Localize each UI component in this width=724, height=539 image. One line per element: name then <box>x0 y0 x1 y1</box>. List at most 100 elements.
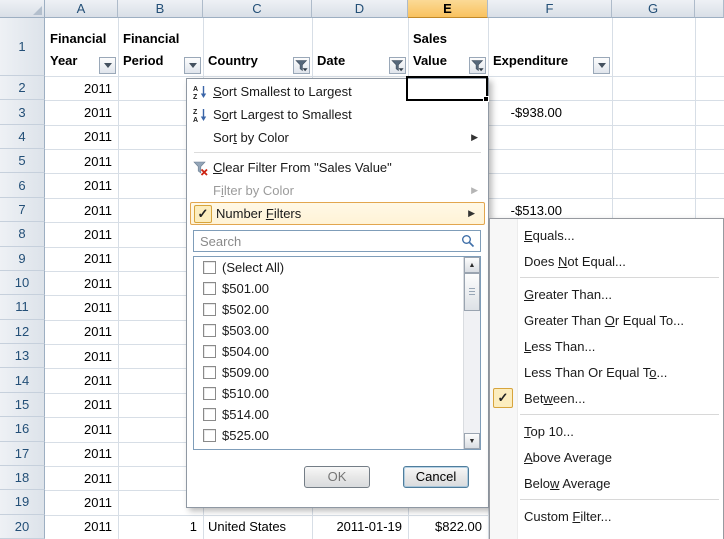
grid-cell[interactable]: 2011 <box>49 299 112 316</box>
checkbox[interactable] <box>203 303 216 316</box>
filter-button-A[interactable] <box>99 57 116 74</box>
checkbox[interactable] <box>203 408 216 421</box>
grid-cell[interactable]: 2011 <box>49 80 112 97</box>
grid-cell[interactable]: 2011-01-19 <box>316 518 402 535</box>
grid-cell[interactable]: 2011 <box>49 177 112 194</box>
list-item[interactable]: $501.00 <box>194 278 480 299</box>
grid-cell[interactable]: 2011 <box>49 445 112 462</box>
menu-item[interactable]: Clear Filter From "Sales Value" <box>188 156 487 179</box>
submenu-item[interactable]: ✓Between... <box>490 385 723 411</box>
row-header-2[interactable]: 2 <box>0 76 45 100</box>
row-header-12[interactable]: 12 <box>0 320 45 344</box>
submenu-item[interactable]: Below Average <box>490 470 723 496</box>
column-header-A[interactable]: A <box>45 0 118 18</box>
search-icon[interactable] <box>461 234 475 251</box>
column-header-G[interactable]: G <box>612 0 695 18</box>
grid-cell[interactable]: 2011 <box>49 470 112 487</box>
header-cell-F[interactable]: Expenditure <box>493 18 607 76</box>
menu-item[interactable]: ZASort Largest to Smallest <box>188 103 487 126</box>
column-header-B[interactable]: B <box>118 0 203 18</box>
grid-cell[interactable]: 2011 <box>49 128 112 145</box>
list-item[interactable]: $525.00 <box>194 425 480 446</box>
checkbox[interactable] <box>203 324 216 337</box>
submenu-item[interactable]: Greater Than Or Equal To... <box>490 307 723 333</box>
grid-cell[interactable]: 2011 <box>49 494 112 511</box>
scrollbar-thumb[interactable] <box>464 273 480 311</box>
ok-button[interactable]: OK <box>304 466 370 488</box>
submenu-item[interactable]: Greater Than... <box>490 281 723 307</box>
grid-cell[interactable]: 2011 <box>49 275 112 292</box>
column-header-partial[interactable] <box>695 0 724 18</box>
row-header-20[interactable]: 20 <box>0 515 45 539</box>
row-header-6[interactable]: 6 <box>0 173 45 197</box>
grid-cell[interactable]: 2011 <box>49 323 112 340</box>
scroll-up-button[interactable]: ▲ <box>464 257 480 273</box>
row-header-8[interactable]: 8 <box>0 222 45 246</box>
submenu-item[interactable]: Less Than... <box>490 333 723 359</box>
menu-item[interactable]: ✓Number Filters▶ <box>190 202 485 225</box>
list-item[interactable]: $514.00 <box>194 404 480 425</box>
submenu-item[interactable]: Does Not Equal... <box>490 248 723 274</box>
cancel-button[interactable]: Cancel <box>403 466 469 488</box>
select-all-corner[interactable] <box>0 0 45 18</box>
grid-cell[interactable]: 2011 <box>49 372 112 389</box>
column-header-C[interactable]: C <box>203 0 312 18</box>
filter-button-D[interactable] <box>389 57 406 74</box>
row-header-13[interactable]: 13 <box>0 344 45 368</box>
menu-item[interactable]: Sort by Color▶ <box>188 126 487 149</box>
row-header-4[interactable]: 4 <box>0 125 45 149</box>
row-header-17[interactable]: 17 <box>0 442 45 466</box>
row-header-9[interactable]: 9 <box>0 247 45 271</box>
filter-button-B[interactable] <box>184 57 201 74</box>
list-item[interactable]: $503.00 <box>194 320 480 341</box>
row-header-18[interactable]: 18 <box>0 466 45 490</box>
submenu-item[interactable]: Custom Filter... <box>490 503 723 529</box>
grid-cell[interactable]: 2011 <box>49 518 112 535</box>
grid-cell[interactable]: 2011 <box>49 226 112 243</box>
row-header-19[interactable]: 19 <box>0 490 45 514</box>
filter-button-C[interactable] <box>293 57 310 74</box>
checkbox[interactable] <box>203 261 216 274</box>
grid-cell[interactable]: 2011 <box>49 104 112 121</box>
checkbox[interactable] <box>203 429 216 442</box>
row-header-15[interactable]: 15 <box>0 393 45 417</box>
scrollbar[interactable]: ▲ ▼ <box>463 257 480 449</box>
filter-button-E[interactable] <box>469 57 486 74</box>
column-header-D[interactable]: D <box>312 0 408 18</box>
submenu-item[interactable]: Equals... <box>490 222 723 248</box>
row-header-16[interactable]: 16 <box>0 417 45 441</box>
row-header-3[interactable]: 3 <box>0 100 45 124</box>
list-item[interactable]: (Select All) <box>194 257 480 278</box>
checkbox[interactable] <box>203 366 216 379</box>
grid-cell[interactable]: -$513.00 <box>492 202 562 219</box>
list-item[interactable]: $504.00 <box>194 341 480 362</box>
submenu-item[interactable]: Above Average <box>490 444 723 470</box>
scroll-down-button[interactable]: ▼ <box>464 433 480 449</box>
column-header-E[interactable]: E <box>408 0 488 18</box>
grid-cell[interactable]: 2011 <box>49 250 112 267</box>
row-header-5[interactable]: 5 <box>0 149 45 173</box>
row-header-14[interactable]: 14 <box>0 368 45 392</box>
grid-cell[interactable]: 2011 <box>49 421 112 438</box>
search-input[interactable] <box>193 230 481 252</box>
list-item[interactable]: $502.00 <box>194 299 480 320</box>
grid-cell[interactable]: 2011 <box>49 396 112 413</box>
row-header-11[interactable]: 11 <box>0 295 45 319</box>
checkbox[interactable] <box>203 387 216 400</box>
list-item[interactable]: $510.00 <box>194 383 480 404</box>
grid-cell[interactable]: $822.00 <box>412 518 482 535</box>
filter-button-F[interactable] <box>593 57 610 74</box>
row-header-7[interactable]: 7 <box>0 198 45 222</box>
grid-cell[interactable]: -$938.00 <box>492 104 562 121</box>
list-item[interactable]: $509.00 <box>194 362 480 383</box>
checkbox[interactable] <box>203 345 216 358</box>
grid-cell[interactable]: 2011 <box>49 202 112 219</box>
column-header-F[interactable]: F <box>488 0 612 18</box>
row-header-1[interactable]: 1 <box>0 18 45 76</box>
submenu-item[interactable]: Less Than Or Equal To... <box>490 359 723 385</box>
menu-item[interactable]: Filter by Color▶ <box>188 179 487 202</box>
grid-cell[interactable]: 2011 <box>49 348 112 365</box>
grid-cell[interactable]: 2011 <box>49 153 112 170</box>
grid-cell[interactable]: United States <box>208 518 307 535</box>
row-header-10[interactable]: 10 <box>0 271 45 295</box>
